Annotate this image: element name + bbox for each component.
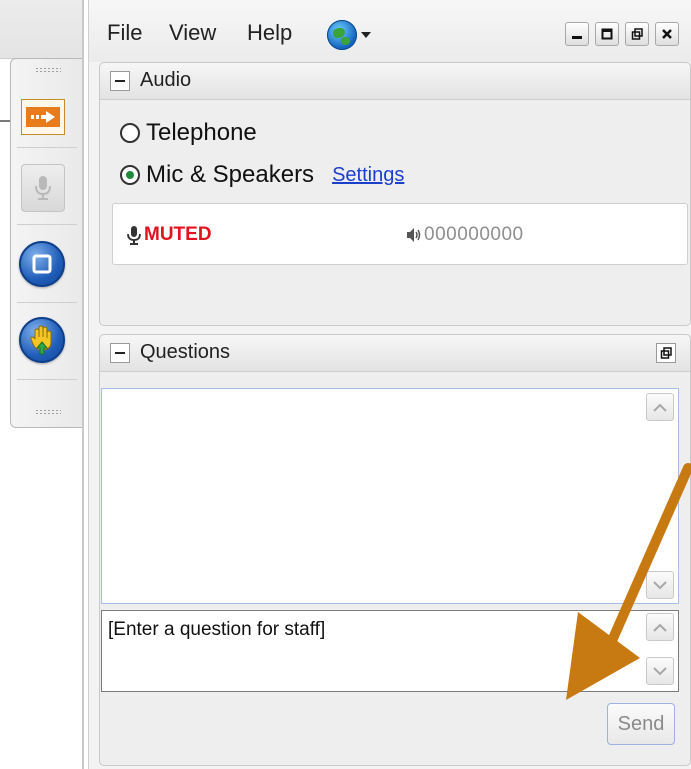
chevron-down-icon[interactable] bbox=[361, 32, 371, 38]
chevron-up-icon bbox=[653, 623, 667, 632]
mic-speakers-label: Mic & Speakers bbox=[146, 161, 315, 188]
raise-hand-icon bbox=[30, 325, 52, 355]
toolbar-divider bbox=[17, 224, 77, 225]
menu-file[interactable]: File bbox=[107, 20, 142, 46]
arrow-icon bbox=[26, 107, 60, 127]
muted-label: MUTED bbox=[144, 224, 212, 245]
microphone-icon bbox=[35, 176, 51, 200]
mic-speakers-option[interactable]: Mic & Speakers Settings bbox=[120, 161, 404, 189]
audio-panel-header: Audio bbox=[100, 63, 690, 100]
questions-log-scrollbar[interactable] bbox=[646, 393, 676, 599]
microphone-button[interactable] bbox=[21, 164, 65, 212]
question-input[interactable]: [Enter a question for staff] bbox=[101, 610, 679, 692]
restore-icon bbox=[631, 28, 643, 40]
audio-level-value: 000000000 bbox=[424, 224, 524, 245]
questions-log[interactable] bbox=[101, 388, 679, 604]
menu-view[interactable]: View bbox=[169, 20, 216, 46]
input-scroll-up-button[interactable] bbox=[646, 613, 674, 641]
questions-panel-header: Questions bbox=[100, 335, 690, 372]
toolbar-divider bbox=[17, 147, 77, 148]
toolbar-divider bbox=[17, 379, 77, 380]
audio-status-box: MUTED 000000000 bbox=[112, 203, 688, 265]
minimize-button[interactable] bbox=[565, 22, 589, 46]
restore-button[interactable] bbox=[625, 22, 649, 46]
menu-bar: File View Help bbox=[89, 0, 691, 62]
close-button[interactable] bbox=[655, 22, 679, 46]
toolbar-grip-top[interactable] bbox=[35, 67, 61, 73]
window-divider bbox=[82, 0, 84, 769]
telephone-radio[interactable] bbox=[120, 123, 140, 143]
raise-hand-button[interactable] bbox=[19, 317, 65, 363]
toolbar-divider bbox=[17, 302, 77, 303]
maximize-icon bbox=[601, 28, 613, 40]
microphone-icon bbox=[127, 226, 141, 245]
questions-panel-title: Questions bbox=[140, 341, 231, 363]
audio-collapse-button[interactable] bbox=[110, 71, 130, 91]
mic-speakers-radio[interactable] bbox=[120, 165, 140, 185]
menu-help[interactable]: Help bbox=[247, 20, 292, 46]
chevron-down-icon bbox=[653, 580, 667, 589]
question-input-placeholder: [Enter a question for staff] bbox=[108, 619, 326, 640]
send-button[interactable]: Send bbox=[607, 703, 675, 745]
control-panel-window: File View Help Audio Telephone Mic & Spe… bbox=[88, 0, 691, 769]
globe-icon[interactable] bbox=[327, 20, 357, 50]
popout-button[interactable] bbox=[656, 343, 676, 363]
mute-status: MUTED bbox=[127, 224, 212, 246]
close-icon bbox=[662, 29, 672, 39]
speaker-icon bbox=[407, 228, 421, 242]
telephone-option[interactable]: Telephone bbox=[120, 119, 257, 147]
question-input-scrollbar[interactable] bbox=[646, 613, 676, 689]
minimize-icon bbox=[572, 36, 582, 39]
telephone-label: Telephone bbox=[146, 119, 257, 146]
questions-collapse-button[interactable] bbox=[110, 343, 130, 363]
collapse-panel-button[interactable] bbox=[21, 99, 65, 135]
audio-level-meter: 000000000 bbox=[405, 224, 524, 246]
stop-sharing-button[interactable] bbox=[19, 241, 65, 287]
popout-icon bbox=[660, 347, 672, 359]
maximize-button[interactable] bbox=[595, 22, 619, 46]
scroll-down-button[interactable] bbox=[646, 571, 674, 599]
chevron-down-icon bbox=[653, 666, 667, 675]
input-scroll-down-button[interactable] bbox=[646, 657, 674, 685]
audio-panel-title: Audio bbox=[140, 69, 192, 91]
chevron-up-icon bbox=[653, 403, 667, 412]
toolbar-grip-bottom[interactable] bbox=[35, 409, 61, 415]
background-line bbox=[0, 120, 10, 122]
background-panel bbox=[0, 0, 84, 59]
settings-link[interactable]: Settings bbox=[332, 164, 404, 187]
stop-icon bbox=[32, 254, 52, 274]
scroll-up-button[interactable] bbox=[646, 393, 674, 421]
left-toolbar bbox=[10, 58, 84, 428]
audio-panel: Audio Telephone Mic & Speakers Settings … bbox=[99, 62, 691, 326]
